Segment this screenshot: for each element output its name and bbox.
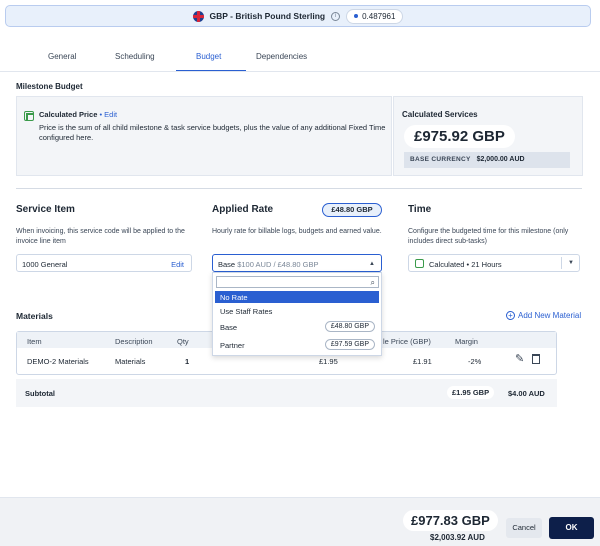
tabs-divider (0, 71, 600, 72)
rate-option-pill: £48.80 GBP (324, 321, 375, 332)
rate-select-main: Base (218, 260, 236, 269)
chevron-down-icon: ▼ (568, 260, 574, 266)
base-currency-value: $2,000.00 AUD (476, 156, 525, 163)
time-description: Configure the budgeted time for this mil… (408, 228, 569, 245)
subtotal-label: Subtotal (25, 389, 55, 398)
rate-option-label: Base (220, 323, 238, 332)
time-select[interactable]: Calculated • 21 Hours ▼ (408, 254, 580, 272)
rate-option-label: Partner (220, 341, 245, 350)
rate-select-detail: $100 AUD / £48.80 GBP (235, 260, 319, 269)
column-header-margin: Margin (455, 337, 478, 346)
calculated-price-description: Price is the sum of all child milestone … (39, 123, 386, 142)
search-icon: ⌕ (370, 278, 375, 287)
tab-scheduling[interactable]: Scheduling (115, 52, 155, 61)
subtotal-gbp: £1.95 GBP (447, 386, 495, 399)
column-header-description: Description (115, 337, 153, 346)
calculated-price-edit-link[interactable]: Edit (104, 110, 117, 119)
rate-option-label: Use Staff Rates (220, 307, 273, 316)
add-new-material-button[interactable]: + Add New Material (506, 311, 581, 320)
base-currency-label: BASE CURRENCY (410, 156, 471, 163)
exchange-rate-value: 0.487961 (362, 11, 396, 21)
subtotal-aud: $4.00 AUD (508, 389, 545, 398)
rate-option-no-rate[interactable]: No Rate (215, 291, 379, 303)
time-title: Time (408, 204, 432, 215)
column-header-qty: Qty (177, 337, 189, 346)
column-header-item: Item (27, 337, 42, 346)
material-margin-cell: -2% (468, 357, 482, 366)
info-icon[interactable]: i (331, 11, 341, 21)
footer-bar: £977.83 GBP $2,003.92 AUD Cancel OK (0, 497, 600, 546)
trash-icon[interactable] (532, 354, 540, 364)
uk-flag-icon (192, 10, 204, 22)
tab-bar: General Scheduling Budget Dependencies (0, 48, 600, 72)
rate-option-pill: £97.59 GBP (324, 339, 375, 350)
rate-dot-icon (354, 14, 359, 18)
tab-general[interactable]: General (48, 52, 76, 61)
tab-budget[interactable]: Budget (196, 52, 221, 61)
materials-title: Materials (16, 311, 53, 321)
service-item-title: Service Item (16, 204, 75, 215)
material-unit-cost-cell: £1.95 (319, 357, 338, 366)
service-item-edit-link[interactable]: Edit (171, 260, 184, 269)
tab-dependencies[interactable]: Dependencies (256, 52, 307, 61)
rate-option-partner[interactable]: Partner £97.59 GBP (215, 339, 379, 351)
rate-option-label: No Rate (220, 293, 248, 302)
currency-label: GBP - British Pound Sterling (209, 11, 326, 21)
exchange-rate-pill: 0.487961 (346, 8, 404, 24)
rate-search-input[interactable]: ⌕ (216, 276, 379, 288)
select-divider (561, 257, 562, 269)
currency-bar: GBP - British Pound Sterling i 0.487961 (5, 5, 591, 27)
edit-pencil-icon[interactable]: ✎ (515, 352, 524, 365)
time-value: Calculated • 21 Hours (429, 260, 502, 269)
footer-base-total: $2,003.92 AUD (430, 533, 485, 542)
cancel-button[interactable]: Cancel (506, 518, 542, 538)
calculated-price-label: Calculated Price (39, 110, 98, 119)
service-item-description: When invoicing, this service code will b… (16, 228, 185, 245)
rate-option-base[interactable]: Base £48.80 GBP (215, 321, 379, 333)
ok-button[interactable]: OK (549, 517, 594, 539)
calculated-services-title: Calculated Services (402, 110, 478, 119)
footer-total: £977.83 GBP (403, 510, 498, 531)
materials-subtotal-row: Subtotal £1.95 GBP $4.00 AUD (16, 379, 557, 407)
base-currency-bar: BASE CURRENCY $2,000.00 AUD (404, 152, 570, 168)
applied-rate-pill: £48.80 GBP (322, 203, 382, 217)
calculated-price-panel: Calculated Price • Edit Price is the sum… (16, 96, 392, 176)
calculator-icon (24, 111, 34, 121)
applied-rate-title: Applied Rate (212, 204, 274, 215)
calculated-price-heading: Calculated Price • Edit (39, 110, 117, 119)
material-description-cell: Materials (115, 357, 146, 366)
material-sale-price-cell: £1.91 (413, 357, 432, 366)
applied-rate-description: Hourly rate for billable logs, budgets a… (212, 228, 382, 235)
rate-dropdown: ⌕ No Rate Use Staff Rates Base £48.80 GB… (212, 272, 382, 356)
caret-up-icon: ▲ (369, 261, 375, 267)
milestone-budget-title: Milestone Budget (16, 82, 83, 91)
add-new-material-label: Add New Material (518, 311, 582, 320)
material-item-cell: DEMO-2 Materials (27, 357, 89, 366)
calculated-services-panel: Calculated Services £975.92 GBP BASE CUR… (393, 96, 583, 176)
rate-option-staff-rates[interactable]: Use Staff Rates (215, 305, 379, 317)
section-divider (16, 188, 582, 189)
calculator-icon (415, 259, 424, 268)
service-item-field[interactable]: 1000 General Edit (16, 254, 192, 272)
plus-circle-icon: + (506, 311, 515, 320)
calculated-services-total: £975.92 GBP (404, 125, 515, 148)
column-header-sale-price: le Price (GBP) (383, 337, 431, 346)
applied-rate-select[interactable]: Base $100 AUD / £48.80 GBP ▲ (212, 254, 382, 272)
service-item-value: 1000 General (22, 260, 68, 269)
material-qty-cell: 1 (185, 357, 190, 366)
